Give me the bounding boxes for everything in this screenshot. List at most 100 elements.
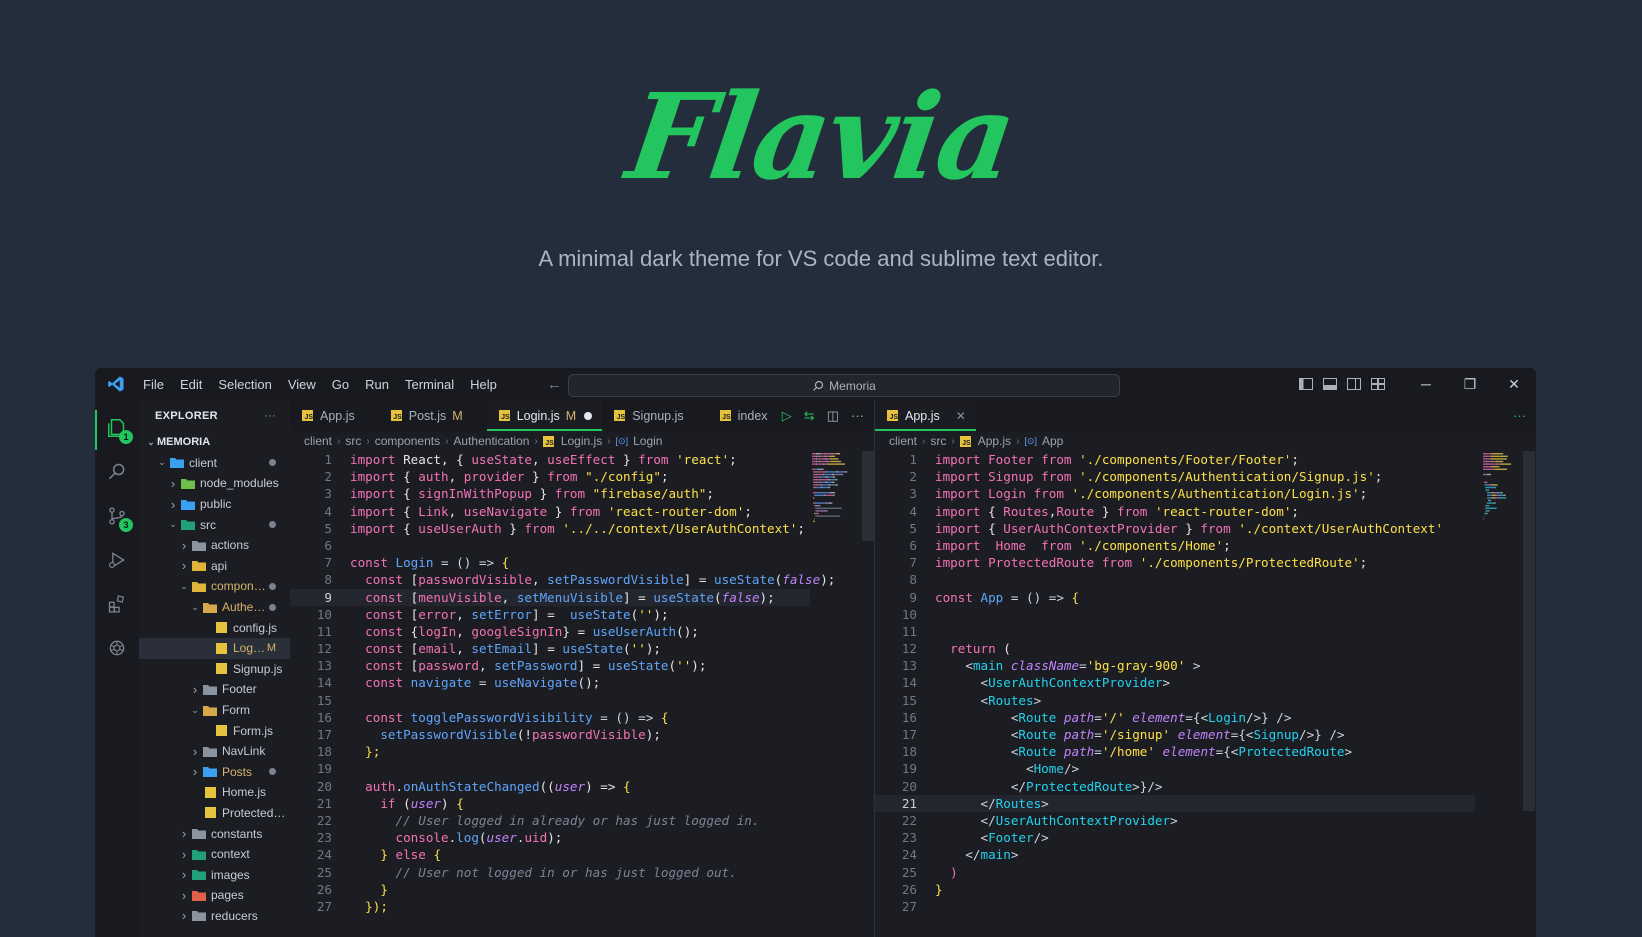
tab-post-js[interactable]: JS Post.js M	[379, 400, 487, 431]
chatgpt-icon[interactable]	[105, 636, 129, 660]
left-code-area[interactable]: 1 import React, { useState, useEffect } f…	[290, 451, 835, 915]
minimap-mark	[818, 468, 823, 470]
breadcrumb-item[interactable]: App.js	[978, 434, 1011, 448]
breadcrumb-item[interactable]: src	[930, 434, 946, 448]
tab-index[interactable]: JS index	[708, 400, 792, 431]
symbol-icon: [⊙]	[1024, 435, 1037, 446]
toggle-sidebar-icon[interactable]	[1294, 368, 1318, 400]
tree-item[interactable]: › public	[139, 494, 290, 515]
left-minimap[interactable]	[810, 451, 864, 937]
menu-edit[interactable]: Edit	[172, 377, 210, 392]
menu-go[interactable]: Go	[324, 377, 357, 392]
breadcrumb-item[interactable]: src	[345, 434, 361, 448]
tree-item[interactable]: › api	[139, 556, 290, 577]
toggle-panel-icon[interactable]	[1318, 368, 1342, 400]
restore-icon[interactable]: ❐	[1448, 368, 1492, 400]
minimap-mark	[813, 502, 816, 504]
code-token: </	[980, 812, 996, 828]
run-file-icon[interactable]: ▷	[782, 408, 792, 424]
right-editor-more-icon[interactable]: ···	[1513, 408, 1526, 423]
tab-app-js[interactable]: JS App.js ✕	[875, 400, 976, 431]
code-token: from	[1033, 486, 1072, 502]
breadcrumb-item[interactable]: Authentication	[453, 434, 529, 448]
minimap-mark	[1485, 512, 1488, 515]
tree-item-label: Login.js	[233, 641, 267, 656]
compare-changes-icon[interactable]: ⇆	[804, 408, 815, 424]
close-window-icon[interactable]: ✕	[1492, 368, 1536, 400]
right-scrollbar[interactable]	[1523, 451, 1535, 811]
minimap-mark	[1488, 455, 1491, 457]
tree-item[interactable]: ⌄ Authent...	[139, 597, 290, 618]
tree-item[interactable]: ⌄ MEMORIA	[139, 432, 290, 453]
minimap-mark	[1496, 507, 1497, 509]
line-content: import { Link, useNavigate } from 'react…	[340, 503, 752, 520]
minimize-icon[interactable]: ─	[1404, 368, 1448, 400]
breadcrumb-item[interactable]: Login	[633, 434, 662, 448]
customize-layout-icon[interactable]	[1366, 368, 1390, 400]
code-token: ;	[1359, 486, 1368, 502]
tree-item[interactable]: › Footer	[139, 679, 290, 700]
breadcrumb-item[interactable]: client	[889, 434, 917, 448]
chevron-right-icon: ›	[192, 764, 198, 780]
tree-item[interactable]: › images	[139, 864, 290, 885]
tree-item[interactable]: Signup.js	[139, 659, 290, 680]
right-code-area[interactable]: 1 import Footer from './components/Footer…	[875, 451, 1475, 915]
code-token: );	[547, 830, 563, 846]
minimap-mark	[816, 484, 817, 486]
left-scrollbar[interactable]	[862, 451, 874, 541]
tree-item[interactable]: ProtectedRou...	[139, 803, 290, 824]
run-debug-icon[interactable]	[105, 548, 129, 572]
search-view-icon[interactable]	[105, 460, 129, 484]
menu-help[interactable]: Help	[462, 377, 505, 392]
line-number: 18	[901, 744, 917, 760]
code-token: const	[365, 641, 411, 657]
tree-item[interactable]: › reducers	[139, 906, 290, 927]
tree-item[interactable]: › constants	[139, 823, 290, 844]
tree-item[interactable]: ⌄ src	[139, 514, 290, 535]
code-token: useState	[569, 606, 631, 622]
editor-more-icon[interactable]: ···	[851, 408, 864, 423]
tab-login-js[interactable]: JS Login.js M	[486, 400, 603, 431]
tree-item[interactable]: › Posts	[139, 762, 290, 783]
breadcrumb-item[interactable]: App	[1042, 434, 1063, 448]
extensions-icon[interactable]	[105, 592, 129, 616]
tab-signup-js[interactable]: JS Signup.js	[602, 400, 707, 431]
close-tab-icon[interactable]: ✕	[956, 409, 966, 423]
menu-file[interactable]: File	[135, 377, 172, 392]
menu-run[interactable]: Run	[357, 377, 397, 392]
code-token: main	[972, 658, 1011, 674]
tree-item[interactable]: › NavLink	[139, 741, 290, 762]
toggle-secondary-sidebar-icon[interactable]	[1342, 368, 1366, 400]
tree-item[interactable]: › actions	[139, 535, 290, 556]
back-arrow-icon[interactable]: ←	[547, 376, 562, 393]
tab-app-js[interactable]: JS App.js	[290, 400, 379, 431]
code-token: </	[1010, 778, 1026, 794]
tree-item[interactable]: ⌄ client	[139, 453, 290, 474]
explorer-icon[interactable]: 1	[105, 416, 133, 444]
menu-terminal[interactable]: Terminal	[397, 377, 462, 392]
tree-item[interactable]: Login.jsM	[139, 637, 290, 659]
breadcrumb-item[interactable]: client	[304, 434, 332, 448]
tree-item[interactable]: › pages	[139, 885, 290, 906]
split-editor-icon[interactable]: ◫	[827, 408, 839, 424]
tree-item[interactable]: › context	[139, 844, 290, 865]
code-token: ;	[1223, 537, 1231, 553]
code-token: ] =	[532, 606, 570, 622]
unsaved-dot-icon[interactable]	[584, 411, 593, 420]
command-center-search[interactable]: Memoria	[568, 374, 1120, 397]
source-control-icon[interactable]: 3	[105, 504, 133, 532]
menu-view[interactable]: View	[280, 377, 324, 392]
tree-item[interactable]: Form.js	[139, 720, 290, 741]
breadcrumb-item[interactable]: Login.js	[561, 434, 602, 448]
tree-item[interactable]: ⌄ Form	[139, 700, 290, 721]
breadcrumb-separator-icon: ›	[445, 435, 449, 447]
breadcrumb-item[interactable]: components	[375, 434, 440, 448]
menu-selection[interactable]: Selection	[210, 377, 279, 392]
tree-item[interactable]: config.js	[139, 617, 290, 638]
tree-item[interactable]: Home.js	[139, 782, 290, 803]
code-token: useUserAuth	[592, 623, 677, 639]
tree-item[interactable]: ⌄ compone...	[139, 576, 290, 597]
tree-item[interactable]: › node_modules	[139, 473, 290, 494]
more-actions-icon[interactable]: ···	[264, 410, 276, 422]
